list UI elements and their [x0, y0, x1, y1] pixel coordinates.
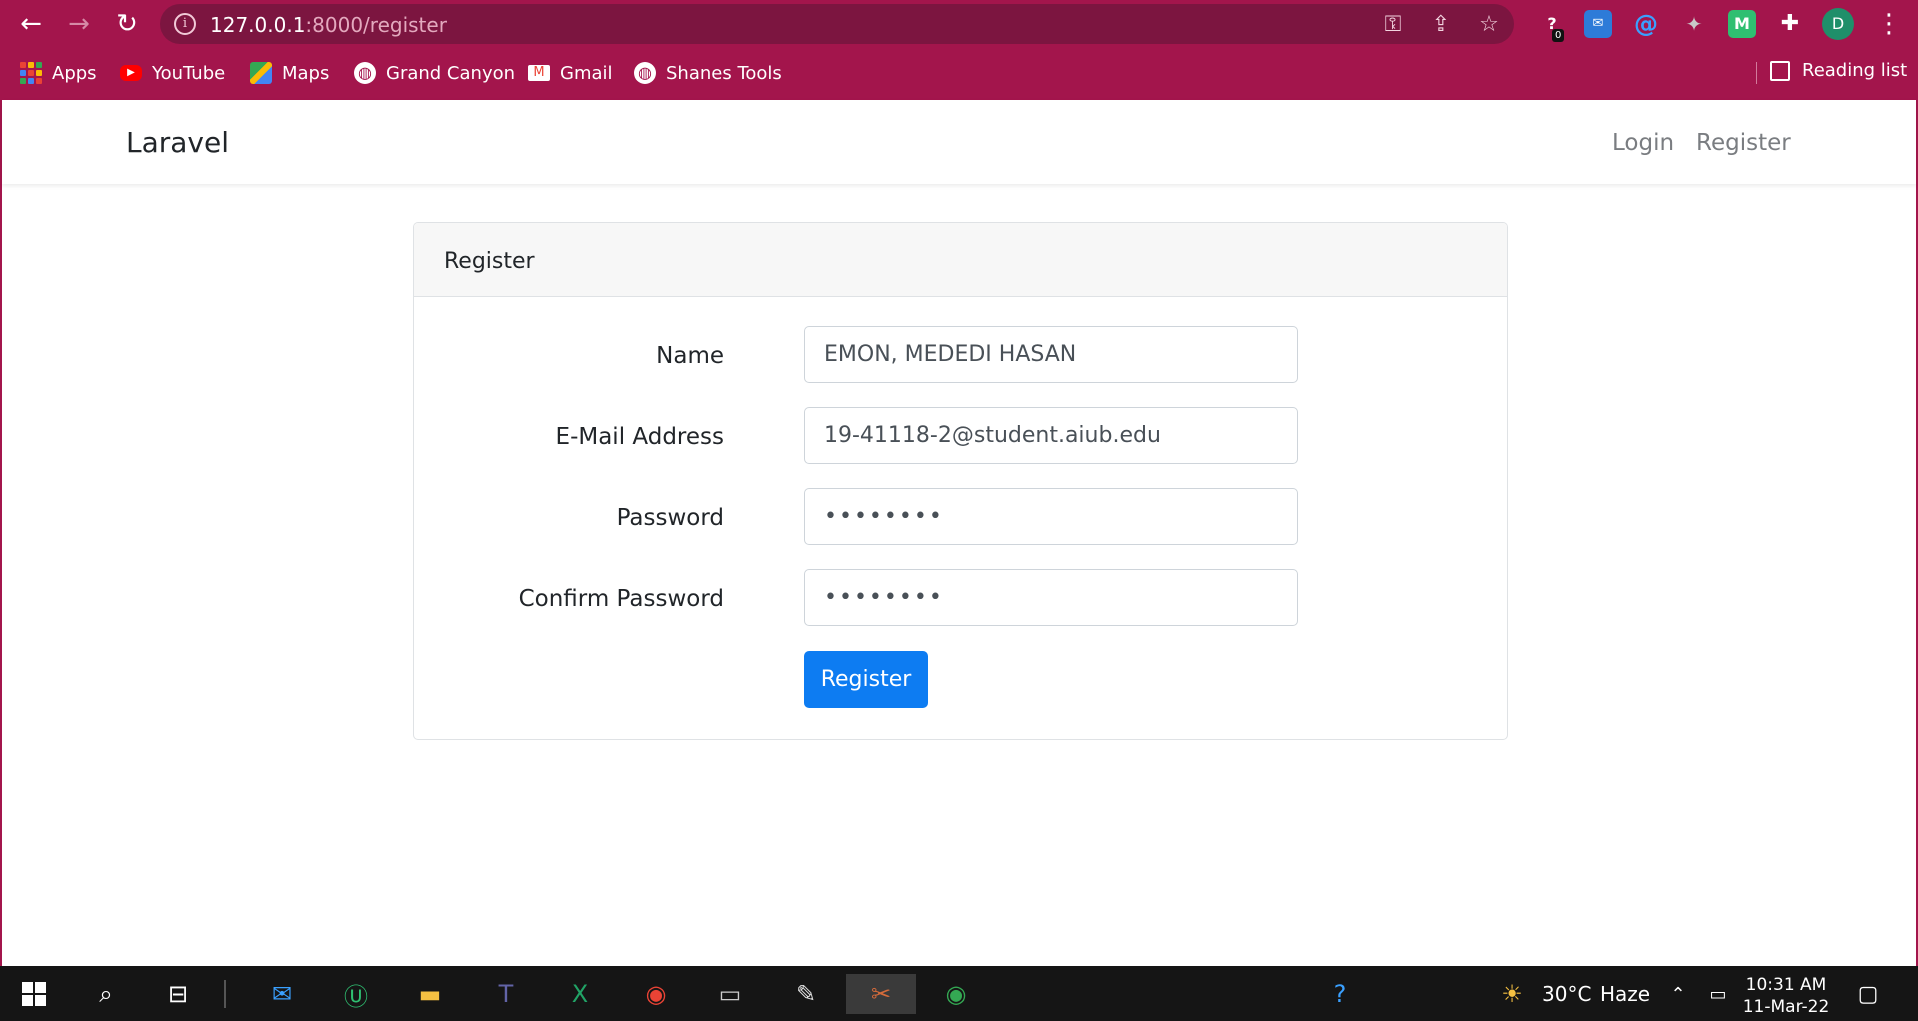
page-viewport: Laravel Login Register Register Name EMO… [0, 100, 1918, 966]
taskbar-separator [224, 980, 226, 1008]
chrome-profile-t-icon[interactable]: ◉ [634, 974, 678, 1014]
upwork-app-icon[interactable]: Ⓤ [334, 974, 378, 1014]
key-icon[interactable]: ⚿ [1380, 12, 1406, 38]
clock-time: 10:31 AM [1745, 975, 1827, 995]
globe-icon: ◍ [354, 62, 376, 84]
bookmark-gmail[interactable]: M Gmail [528, 60, 613, 86]
card-header: Register [414, 223, 1507, 297]
gmail-icon: M [528, 65, 550, 81]
site-info-icon[interactable]: i [174, 13, 196, 35]
bookmark-label: Apps [52, 62, 97, 84]
file-explorer-icon[interactable]: ▬ [408, 974, 452, 1014]
teams-app-icon[interactable]: T [484, 974, 528, 1014]
extension-badge: 0 [1552, 29, 1565, 42]
paint-app-icon[interactable]: ✎ [784, 974, 828, 1014]
notifications-icon[interactable]: ▢ [1846, 974, 1890, 1014]
bookmark-label: Maps [282, 62, 330, 84]
browser-toolbar: ← → ↻ i 127.0.0.1:8000/register ⚿ ⇪ ☆ ? … [0, 0, 1918, 48]
task-view-icon[interactable]: ⊟ [156, 974, 200, 1014]
bookmark-maps[interactable]: Maps [250, 60, 329, 86]
reading-list-button[interactable]: Reading list [1770, 60, 1907, 81]
forward-icon[interactable]: → [62, 8, 96, 40]
terminal-app-icon[interactable]: ▭ [708, 974, 752, 1014]
share-icon[interactable]: ⇪ [1428, 12, 1454, 38]
network-icon[interactable]: ▭ [1696, 974, 1740, 1014]
apps-grid-icon [20, 62, 42, 84]
site-navbar: Laravel Login Register [2, 100, 1916, 184]
profile-avatar[interactable]: D [1822, 8, 1854, 40]
bookmark-label: Grand Canyon [386, 62, 516, 84]
email-input[interactable]: 19-41118-2@student.aiub.edu [804, 407, 1298, 464]
windows-start-icon[interactable] [12, 974, 56, 1014]
excel-app-icon[interactable]: X [558, 974, 602, 1014]
snipping-tool-icon[interactable]: ✂ [846, 974, 916, 1014]
m-extension-icon[interactable]: M [1728, 10, 1756, 38]
confirm-password-label: Confirm Password [518, 586, 724, 612]
tray-chevron-icon[interactable]: ⌃ [1656, 974, 1700, 1014]
reading-list-icon [1770, 60, 1790, 81]
url-text[interactable]: 127.0.0.1:8000/register [210, 13, 447, 37]
nav-register-link[interactable]: Register [1696, 130, 1791, 156]
help-tray-icon[interactable]: ? [1318, 974, 1362, 1014]
clock-date: 11-Mar-22 [1742, 997, 1830, 1017]
register-card: Register Name EMON, MEDEDI HASAN E-Mail … [413, 222, 1508, 740]
bookmark-star-icon[interactable]: ☆ [1476, 12, 1502, 38]
mail-app-icon[interactable]: ✉ [260, 974, 304, 1014]
register-submit-button[interactable]: Register [804, 651, 928, 708]
password-input[interactable]: •••••••• [804, 488, 1298, 545]
globe-icon: ◍ [634, 62, 656, 84]
name-input[interactable]: EMON, MEDEDI HASAN [804, 326, 1298, 383]
reload-icon[interactable]: ↻ [110, 8, 144, 40]
bookmark-label: YouTube [152, 62, 226, 84]
bookmark-label: Gmail [560, 62, 613, 84]
nav-login-link[interactable]: Login [1612, 130, 1674, 156]
email-label: E-Mail Address [555, 424, 724, 450]
youtube-icon: ▶ [120, 65, 142, 81]
extensions-puzzle-icon[interactable]: ✚ [1776, 10, 1804, 38]
system-clock[interactable]: 10:31 AM 11-Mar-22 [1736, 974, 1836, 1018]
bookmark-shanes-tools[interactable]: ◍ Shanes Tools [634, 60, 782, 86]
back-icon[interactable]: ← [14, 8, 48, 40]
browser-chrome: ← → ↻ i 127.0.0.1:8000/register ⚿ ⇪ ☆ ? … [0, 0, 1918, 100]
browser-menu-icon[interactable]: ⋮ [1876, 8, 1902, 40]
bookmark-youtube[interactable]: ▶ YouTube [120, 60, 225, 86]
bookmarks-divider [1756, 62, 1757, 84]
bookmarks-bar: Apps ▶ YouTube Maps ◍ Grand Canyon M Gma… [0, 52, 1918, 92]
weather-temp[interactable]: 30°C [1542, 982, 1591, 1006]
chrome-profile-d-icon[interactable]: ◉ [934, 974, 978, 1014]
search-icon[interactable]: ⌕ [84, 974, 128, 1014]
url-host: 127.0.0.1 [210, 13, 306, 37]
url-path: :8000/register [305, 13, 447, 37]
confirm-password-input[interactable]: •••••••• [804, 569, 1298, 626]
windows-taskbar: ⌕ ⊟ ✉ Ⓤ ▬ T X ◉ ▭ ✎ ✂ ◉ ? ☀ 30°C Haze ⌃ … [0, 966, 1918, 1021]
at-extension-icon[interactable]: @ [1632, 10, 1660, 38]
address-bar[interactable]: i 127.0.0.1:8000/register ⚿ ⇪ ☆ [160, 4, 1514, 44]
weather-desc[interactable]: Haze [1600, 982, 1650, 1006]
bookmark-grand-canyon[interactable]: ◍ Grand Canyon [354, 60, 515, 86]
maps-icon [250, 62, 272, 84]
password-label: Password [616, 505, 724, 531]
bookmark-apps[interactable]: Apps [20, 60, 97, 86]
puzzle-extension-icon[interactable]: ✦ [1680, 10, 1708, 38]
weather-icon[interactable]: ☀ [1490, 974, 1534, 1014]
mail-extension-icon[interactable]: ✉ [1584, 10, 1612, 38]
name-label: Name [656, 343, 724, 369]
navbar-brand[interactable]: Laravel [126, 126, 229, 159]
bookmark-label: Shanes Tools [666, 62, 782, 84]
reading-list-label: Reading list [1802, 60, 1908, 81]
